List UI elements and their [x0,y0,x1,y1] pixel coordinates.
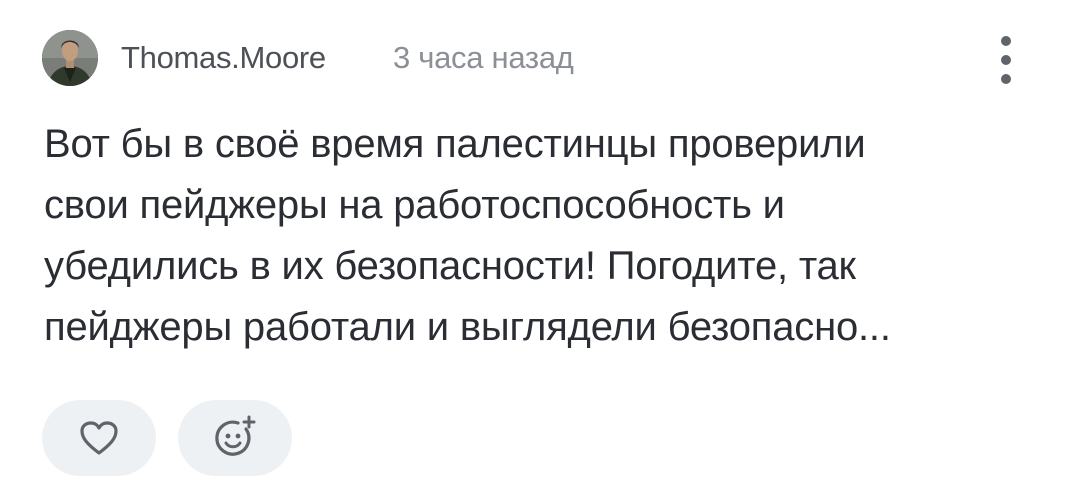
like-button[interactable] [42,400,156,476]
user-avatar-image [42,30,98,86]
more-vertical-icon [1001,74,1011,84]
comment-text-line: убедились в их безопасности! Погодите, т… [44,244,856,288]
comment-text-line: свои пейджеры на работоспособность и [44,183,785,227]
comment-text: Вот бы в своё время палестинцы проверили… [44,114,1034,358]
comment-card: Thomas.Moore 3 часа назад Вот бы в своё … [0,0,1076,501]
comment-timestamp: 3 часа назад [393,40,574,75]
comment-text-line: пейджеры работали и выглядели безопасно.… [44,305,891,349]
add-emoji-icon [215,415,256,456]
heart-icon [80,421,118,455]
avatar[interactable] [42,30,98,86]
add-reaction-button[interactable] [178,400,292,476]
comment-text-line: Вот бы в своё время палестинцы проверили [44,122,866,166]
more-options-button[interactable] [986,34,1026,86]
more-vertical-icon [1001,36,1011,46]
comment-actions [42,400,292,476]
more-vertical-icon [1001,55,1011,65]
author-name[interactable]: Thomas.Moore [121,38,326,78]
